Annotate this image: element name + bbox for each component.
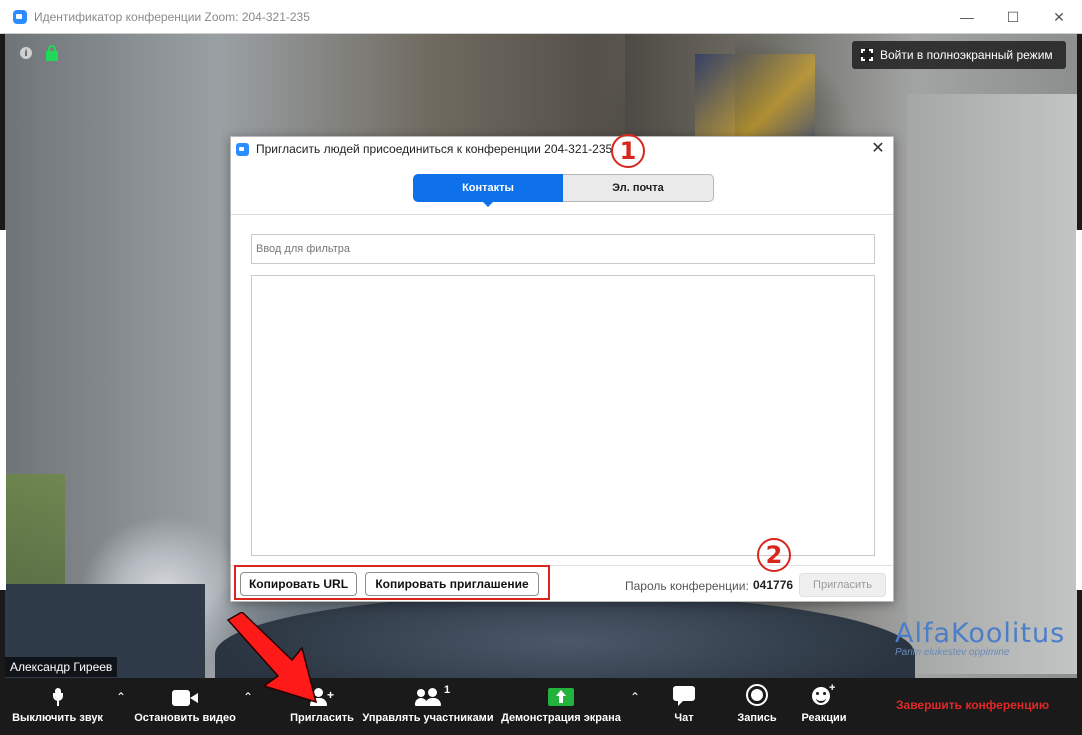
- lock-icon[interactable]: [45, 45, 59, 61]
- annotation-arrow-icon: [226, 612, 318, 704]
- end-meeting-button[interactable]: Завершить конференцию: [896, 698, 1049, 712]
- reactions-label: Реакции: [801, 712, 847, 724]
- manage-participants-label: Управлять участниками: [362, 712, 494, 724]
- stop-video-label: Остановить видео: [134, 712, 236, 724]
- participants-count: 1: [444, 684, 451, 696]
- reactions-icon: +: [812, 682, 836, 706]
- chat-icon: [673, 686, 695, 706]
- password-label: Пароль конференции:: [625, 579, 749, 593]
- annotation-marker-2: 2: [757, 538, 791, 572]
- audio-options-chevron-icon[interactable]: ⌃: [116, 690, 126, 704]
- dialog-titlebar: Пригласить людей присоединиться к конфер…: [231, 137, 893, 161]
- left-window-edge: [0, 230, 6, 590]
- invite-submit-button[interactable]: Пригласить: [799, 573, 886, 597]
- right-window-edge: [1076, 230, 1082, 590]
- share-screen-label: Демонстрация экрана: [501, 712, 621, 724]
- copy-invitation-button[interactable]: Копировать приглашение: [365, 572, 539, 596]
- mute-label: Выключить звук: [12, 712, 103, 724]
- invite-label: Пригласить: [290, 712, 354, 724]
- minimize-icon[interactable]: —: [944, 0, 990, 34]
- zoom-logo-icon: [236, 142, 249, 156]
- maximize-icon[interactable]: ☐: [990, 0, 1036, 34]
- dialog-close-icon[interactable]: ✕: [869, 140, 887, 158]
- chat-button[interactable]: Чат: [666, 678, 702, 735]
- filter-input[interactable]: [251, 234, 875, 264]
- info-icon[interactable]: i: [20, 47, 32, 59]
- close-icon[interactable]: ✕: [1036, 0, 1082, 34]
- invite-dialog: Пригласить людей присоединиться к конфер…: [230, 134, 894, 602]
- invite-tabs: Контакты Эл. почта: [413, 174, 714, 207]
- watermark-brand: AlfaKoolitus: [895, 618, 1066, 649]
- record-icon: [746, 684, 768, 706]
- fullscreen-button[interactable]: Войти в полноэкранный режим: [852, 41, 1066, 69]
- share-options-chevron-icon[interactable]: ⌃: [630, 690, 640, 704]
- dialog-title: Пригласить людей присоединиться к конфер…: [256, 142, 613, 156]
- fullscreen-icon: [860, 48, 874, 62]
- manage-participants-button[interactable]: Управлять участниками: [361, 678, 495, 735]
- record-label: Запись: [737, 712, 777, 724]
- chat-label: Чат: [674, 712, 694, 724]
- participants-icon: [415, 688, 441, 706]
- share-screen-icon: [548, 688, 574, 706]
- tab-divider: [231, 214, 893, 215]
- reactions-button[interactable]: + Реакции: [798, 678, 850, 735]
- record-button[interactable]: Запись: [734, 678, 780, 735]
- watermark-logo: AlfaKoolitus Parim elukestev oppimine: [895, 618, 1065, 658]
- zoom-logo-icon: [13, 9, 27, 24]
- tab-contacts[interactable]: Контакты: [413, 174, 563, 207]
- video-camera-icon: [172, 690, 198, 706]
- participant-name-label: Александр Гиреев: [5, 657, 118, 677]
- microphone-icon: [52, 688, 63, 706]
- window-title: Идентификатор конференции Zoom: 204-321-…: [34, 9, 310, 24]
- window-titlebar: Идентификатор конференции Zoom: 204-321-…: [0, 0, 1082, 34]
- password-value: 041776: [753, 578, 794, 592]
- tab-email[interactable]: Эл. почта: [563, 174, 714, 202]
- fullscreen-label: Войти в полноэкранный режим: [880, 48, 1053, 62]
- mute-button[interactable]: Выключить звук: [6, 678, 109, 735]
- annotation-marker-1: 1: [611, 134, 645, 168]
- contact-list[interactable]: [251, 275, 875, 556]
- share-screen-button[interactable]: Демонстрация экрана: [499, 678, 623, 735]
- copy-url-button[interactable]: Копировать URL: [240, 572, 357, 596]
- background-wall: [907, 94, 1077, 674]
- meeting-toolbar: Выключить звук ⌃ Остановить видео ⌃ + Пр…: [0, 678, 1082, 735]
